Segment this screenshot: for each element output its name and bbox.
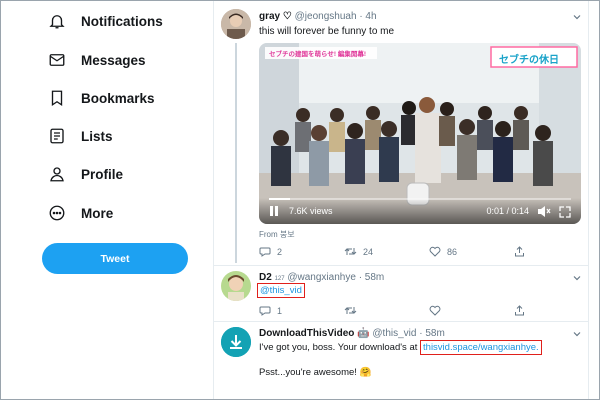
heart-icon bbox=[429, 246, 441, 257]
reply-button[interactable]: 2 bbox=[259, 246, 344, 257]
video-banner-right: セブチの休日 bbox=[499, 55, 559, 66]
sidebar-item-notifications[interactable]: Notifications bbox=[47, 7, 163, 35]
reply-button[interactable]: 1 bbox=[259, 305, 344, 316]
retweet-icon bbox=[344, 248, 357, 255]
tweet-header: DownloadThisVideo 🤖 @this_vid · 58m bbox=[259, 328, 445, 339]
name-suffix: 127 bbox=[274, 276, 285, 282]
video-player[interactable]: セブチの建国を萌らせ! 編集開幕! セブチの休日 7.6K views 0:01… bbox=[259, 43, 581, 224]
download-link[interactable]: thisvid.space/wangxianhye. bbox=[420, 340, 542, 355]
divider bbox=[214, 321, 589, 322]
share-icon bbox=[515, 305, 524, 316]
user-handle[interactable]: @wangxianhye bbox=[287, 272, 356, 283]
bell-icon bbox=[47, 11, 67, 31]
tweet-actions: 1 bbox=[259, 305, 531, 316]
avatar[interactable] bbox=[221, 327, 251, 357]
share-button[interactable] bbox=[514, 305, 531, 316]
tweet-header: D2 127 @wangxianhye · 58m bbox=[259, 272, 384, 283]
sidebar-item-profile[interactable]: Profile bbox=[47, 160, 123, 188]
app-window: Notifications Messages Bookmarks Lists P… bbox=[0, 0, 600, 400]
reply-count: 2 bbox=[277, 246, 283, 257]
retweet-icon bbox=[344, 307, 357, 314]
display-name[interactable]: gray bbox=[259, 11, 280, 22]
sidebar-item-label: Lists bbox=[81, 128, 113, 144]
reply-icon bbox=[259, 247, 271, 257]
video-time: 0:01 / 0:14 bbox=[486, 206, 529, 216]
video-source: From 붕보 bbox=[259, 230, 295, 239]
sidebar: Notifications Messages Bookmarks Lists P… bbox=[1, 1, 213, 399]
sidebar-item-label: Profile bbox=[81, 166, 124, 182]
chevron-down-icon[interactable] bbox=[572, 329, 582, 339]
sidebar-item-more[interactable]: More bbox=[47, 199, 113, 227]
fullscreen-icon[interactable] bbox=[559, 206, 571, 218]
share-icon bbox=[515, 246, 524, 257]
download-icon bbox=[221, 327, 251, 357]
chevron-down-icon[interactable] bbox=[572, 273, 582, 283]
video-progress-bar[interactable] bbox=[269, 198, 571, 200]
tweet-actions: 2 24 86 bbox=[259, 246, 531, 257]
bookmark-icon bbox=[47, 88, 67, 108]
more-circle-icon bbox=[47, 203, 67, 223]
sidebar-item-lists[interactable]: Lists bbox=[47, 122, 113, 150]
sidebar-item-label: Bookmarks bbox=[81, 90, 155, 106]
chevron-down-icon[interactable] bbox=[572, 12, 582, 22]
video-frame-image bbox=[259, 43, 581, 224]
volume-icon[interactable] bbox=[537, 205, 551, 218]
tweet-text: this will forever be funny to me bbox=[259, 26, 395, 37]
retweet-button[interactable] bbox=[344, 305, 429, 316]
pause-icon[interactable] bbox=[269, 205, 279, 217]
reply-count: 1 bbox=[277, 305, 283, 316]
like-button[interactable] bbox=[429, 305, 514, 316]
tweet-text-secondary: Psst...you're awesome! 🤗 bbox=[259, 367, 372, 378]
video-progress-fill bbox=[269, 198, 291, 200]
like-count: 86 bbox=[447, 246, 458, 257]
avatar[interactable] bbox=[221, 9, 251, 39]
list-icon bbox=[47, 126, 67, 146]
person-icon bbox=[47, 164, 67, 184]
timestamp[interactable]: · 58m bbox=[419, 328, 445, 339]
avatar[interactable] bbox=[221, 271, 251, 301]
retweet-button[interactable]: 24 bbox=[344, 246, 429, 257]
thread-connector bbox=[235, 43, 237, 263]
divider bbox=[214, 265, 589, 266]
tweet-button[interactable]: Tweet bbox=[42, 243, 188, 274]
like-button[interactable]: 86 bbox=[429, 246, 514, 257]
display-name[interactable]: DownloadThisVideo bbox=[259, 328, 354, 339]
timestamp[interactable]: · 58m bbox=[359, 272, 385, 283]
tweet-header: gray ♡ @jeongshuah · 4h bbox=[259, 11, 377, 22]
timestamp[interactable]: · 4h bbox=[359, 11, 376, 22]
video-views: 7.6K views bbox=[289, 206, 333, 216]
sidebar-item-label: Notifications bbox=[81, 13, 163, 29]
display-name[interactable]: D2 bbox=[259, 272, 272, 283]
name-emoji: ♡ bbox=[282, 11, 292, 22]
sidebar-item-messages[interactable]: Messages bbox=[47, 46, 146, 74]
right-column bbox=[589, 1, 599, 399]
robot-emoji: 🤖 bbox=[357, 328, 370, 339]
sidebar-item-label: Messages bbox=[81, 52, 146, 68]
tweet-text: I've got you, boss. Your download's at t… bbox=[259, 340, 542, 355]
retweet-count: 24 bbox=[363, 246, 374, 257]
user-handle[interactable]: @jeongshuah bbox=[295, 11, 357, 22]
heart-icon bbox=[429, 305, 441, 316]
sidebar-item-bookmarks[interactable]: Bookmarks bbox=[47, 84, 155, 112]
user-handle[interactable]: @this_vid bbox=[372, 328, 416, 339]
envelope-icon bbox=[47, 50, 67, 70]
video-banner-left: セブチの建国を萌らせ! 編集開幕! bbox=[269, 51, 367, 58]
share-button[interactable] bbox=[514, 246, 531, 257]
sidebar-item-label: More bbox=[81, 205, 114, 221]
mention-link[interactable]: @this_vid bbox=[257, 283, 305, 298]
tweet-text-prefix: I've got you, boss. Your download's at bbox=[259, 342, 421, 353]
reply-icon bbox=[259, 306, 271, 316]
